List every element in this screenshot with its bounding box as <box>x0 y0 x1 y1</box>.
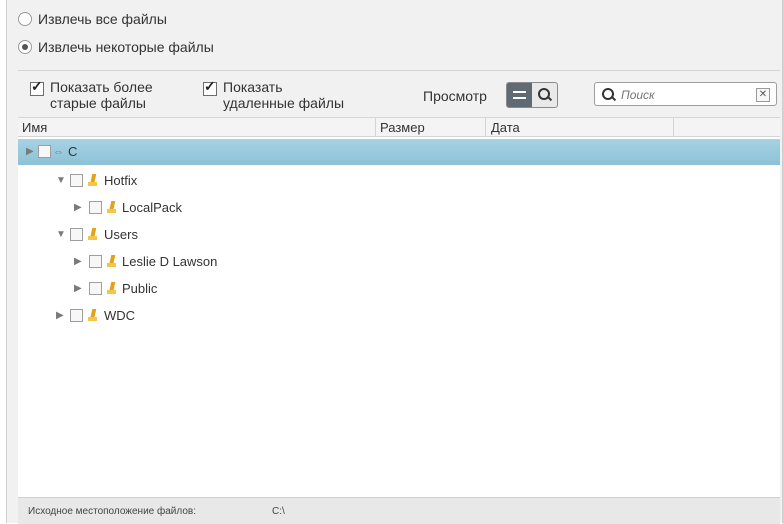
drive-icon: ⇔ <box>53 146 64 158</box>
tree-label: Public <box>122 281 158 296</box>
status-bar: Исходное местоположение файлов: C:\ <box>18 497 780 524</box>
show-older-line2: старые файлы <box>50 95 146 111</box>
tree-label: C <box>68 144 78 159</box>
extract-all-radio[interactable] <box>18 12 32 26</box>
folder-icon <box>107 201 117 213</box>
source-location-value: C:\ <box>272 506 285 517</box>
tree-row-wdc[interactable]: ▶ WDC <box>18 303 780 329</box>
column-size[interactable]: Размер <box>380 120 425 135</box>
column-name[interactable]: Имя <box>22 120 47 135</box>
folder-icon <box>88 228 98 240</box>
search-input[interactable] <box>619 85 743 105</box>
extract-all-option[interactable]: Извлечь все файлы <box>18 11 167 27</box>
search-icon <box>602 88 614 100</box>
show-deleted-line2: удаленные файлы <box>223 95 345 111</box>
tree-row-localpack[interactable]: ▶ LocalPack <box>18 195 780 221</box>
file-tree: Имя Размер Дата ▶ ⇔ C ▼ Hotfix ▶ LocalPa… <box>18 117 780 498</box>
search-field[interactable]: ✕ <box>594 82 777 106</box>
column-divider[interactable] <box>375 118 376 136</box>
extract-some-label: Извлечь некоторые файлы <box>38 39 214 55</box>
clear-search-icon[interactable]: ✕ <box>756 88 770 102</box>
extract-some-radio[interactable] <box>18 40 32 54</box>
show-older-files-checkbox[interactable]: Показать более старые файлы <box>30 79 200 112</box>
expand-arrow-icon[interactable]: ▶ <box>74 256 82 267</box>
search-view-button[interactable] <box>532 83 557 107</box>
tree-checkbox[interactable] <box>70 309 83 322</box>
show-older-line1: Показать более <box>50 79 153 95</box>
tree-row-leslie-d-lawson[interactable]: ▶ Leslie D Lawson <box>18 249 780 275</box>
folder-icon <box>88 309 98 321</box>
tree-row-c[interactable]: ▶ ⇔ C <box>18 139 780 165</box>
magnifier-icon <box>538 88 550 100</box>
column-header: Имя Размер Дата <box>18 118 780 137</box>
source-location-label: Исходное местоположение файлов: <box>28 506 196 517</box>
tree-checkbox[interactable] <box>38 145 51 158</box>
list-icon <box>513 91 526 99</box>
view-label: Просмотр <box>423 88 487 104</box>
tree-label: LocalPack <box>122 200 182 215</box>
tree-checkbox[interactable] <box>89 282 102 295</box>
tree-label: Hotfix <box>104 173 138 188</box>
checkbox-checked-icon[interactable] <box>30 79 44 96</box>
column-divider[interactable] <box>673 118 674 136</box>
extract-some-option[interactable]: Извлечь некоторые файлы <box>18 39 214 55</box>
tree-label: Users <box>104 227 138 242</box>
tree-row-users[interactable]: ▼ Users <box>18 222 780 248</box>
tree-checkbox[interactable] <box>89 255 102 268</box>
tree-checkbox[interactable] <box>70 228 83 241</box>
expand-arrow-icon[interactable]: ▶ <box>74 202 82 213</box>
tree-row-hotfix[interactable]: ▼ Hotfix <box>18 168 780 194</box>
extract-all-label: Извлечь все файлы <box>38 11 167 27</box>
folder-icon <box>107 282 117 294</box>
tree-checkbox[interactable] <box>89 201 102 214</box>
expand-arrow-icon[interactable]: ▶ <box>26 146 34 157</box>
checkbox-checked-icon[interactable] <box>203 79 217 96</box>
column-divider[interactable] <box>485 118 486 136</box>
view-toggle <box>506 82 558 108</box>
expand-arrow-icon[interactable]: ▶ <box>56 310 64 321</box>
collapse-arrow-icon[interactable]: ▼ <box>56 175 66 186</box>
folder-icon <box>88 174 98 186</box>
user-folder-icon <box>107 255 117 267</box>
tree-row-public[interactable]: ▶ Public <box>18 276 780 302</box>
tree-label: Leslie D Lawson <box>122 254 218 269</box>
tree-label: WDC <box>104 308 136 323</box>
show-deleted-line1: Показать <box>223 79 283 95</box>
expand-arrow-icon[interactable]: ▶ <box>74 283 82 294</box>
filter-toolbar: Показать более старые файлы Показать уда… <box>18 70 780 117</box>
tree-checkbox[interactable] <box>70 174 83 187</box>
collapse-arrow-icon[interactable]: ▼ <box>56 229 66 240</box>
column-date[interactable]: Дата <box>491 120 520 135</box>
show-deleted-files-checkbox[interactable]: Показать удаленные файлы <box>203 79 383 112</box>
list-view-button[interactable] <box>507 83 532 107</box>
